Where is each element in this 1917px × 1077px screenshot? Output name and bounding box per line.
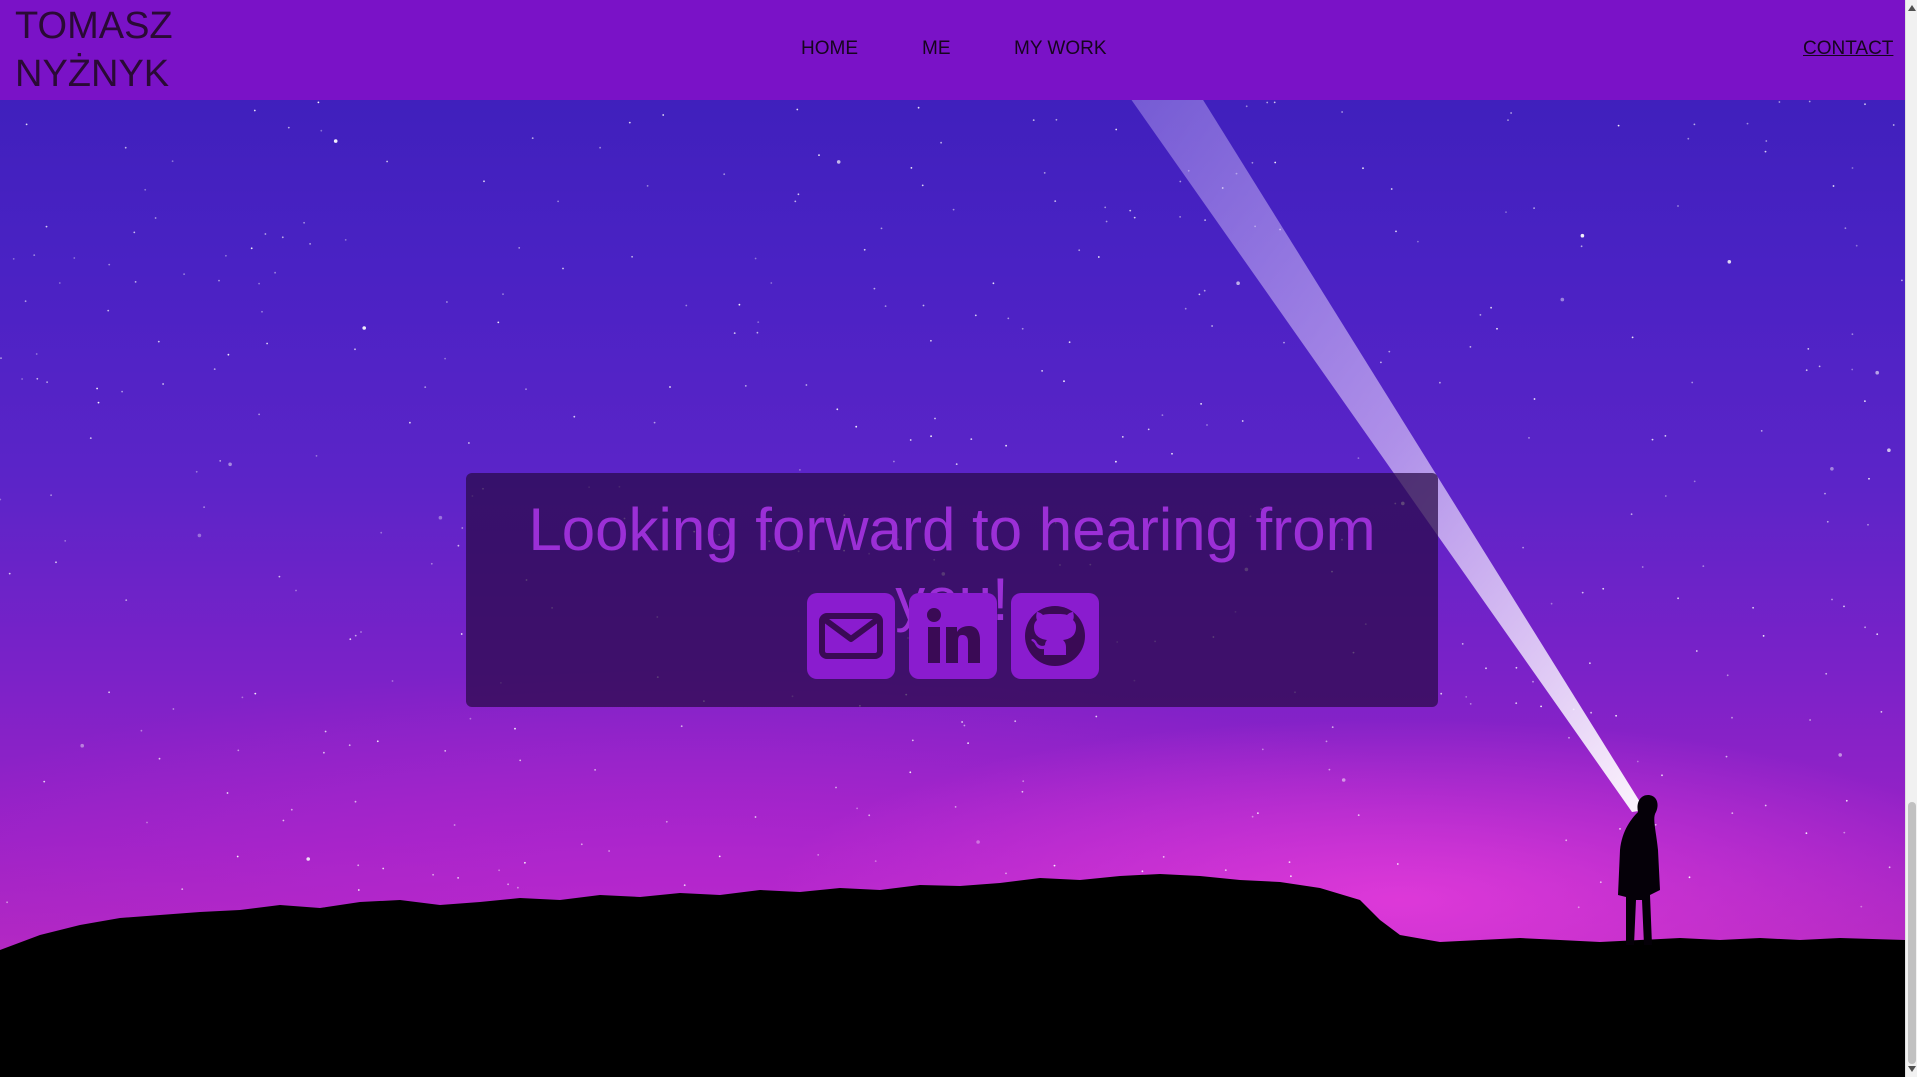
top-navbar: TOMASZ NYŻNYK HOME ME MY WORK CONTACT [0,0,1905,100]
contact-card: Looking forward to hearing from you! [466,473,1438,707]
site-brand[interactable]: TOMASZ NYŻNYK [15,2,173,98]
nav-contact[interactable]: CONTACT [1803,38,1893,60]
linkedin-icon[interactable] [909,593,997,679]
contact-links [807,593,1099,679]
page-scrollbar[interactable] [1905,0,1917,1077]
nav-me[interactable]: ME [922,38,951,60]
brand-last-name: NYŻNYK [15,53,170,95]
github-icon[interactable] [1011,593,1099,679]
envelope-icon[interactable] [807,593,895,679]
scroll-down-arrow-icon[interactable] [1906,1063,1917,1075]
nav-my-work[interactable]: MY WORK [1014,38,1107,60]
scrollbar-thumb[interactable] [1908,802,1916,1064]
nav-home[interactable]: HOME [801,38,858,60]
brand-first-name: TOMASZ [15,5,173,47]
scroll-up-arrow-icon[interactable] [1906,2,1917,14]
